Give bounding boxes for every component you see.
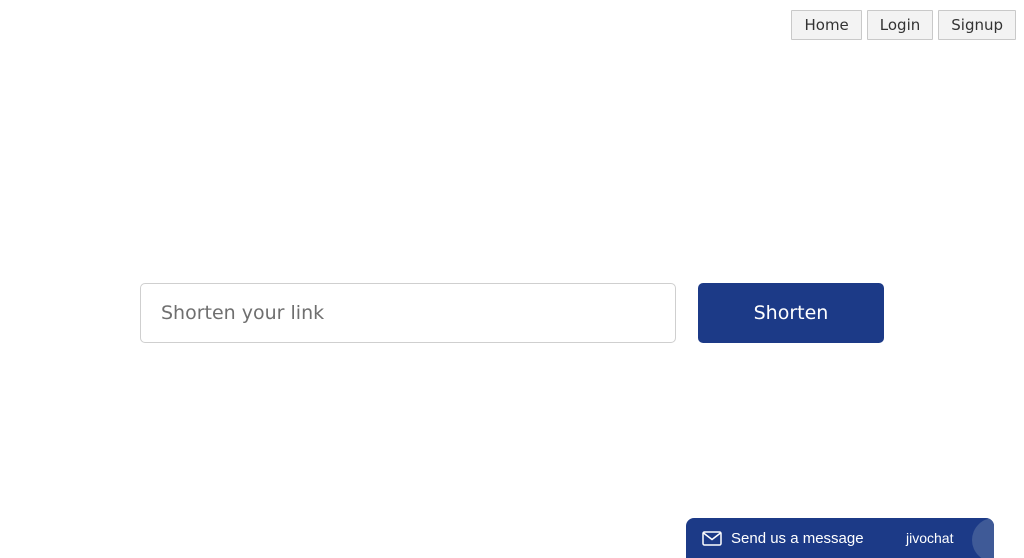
shorten-form: Shorten	[140, 283, 884, 343]
login-button[interactable]: Login	[866, 10, 934, 40]
top-nav: Home Login Signup	[791, 10, 1016, 40]
mail-icon	[701, 530, 723, 546]
link-input[interactable]	[140, 283, 676, 343]
shorten-button[interactable]: Shorten	[698, 283, 884, 343]
page: Home Login Signup Shorten Send us a mess…	[0, 0, 1024, 558]
home-button[interactable]: Home	[791, 10, 862, 40]
chat-corner-decoration	[972, 518, 994, 558]
chat-brand-logo: jivochat	[906, 530, 954, 546]
chat-widget[interactable]: Send us a message jivochat	[686, 518, 994, 558]
signup-button[interactable]: Signup	[938, 10, 1016, 40]
chat-label: Send us a message	[731, 529, 864, 547]
